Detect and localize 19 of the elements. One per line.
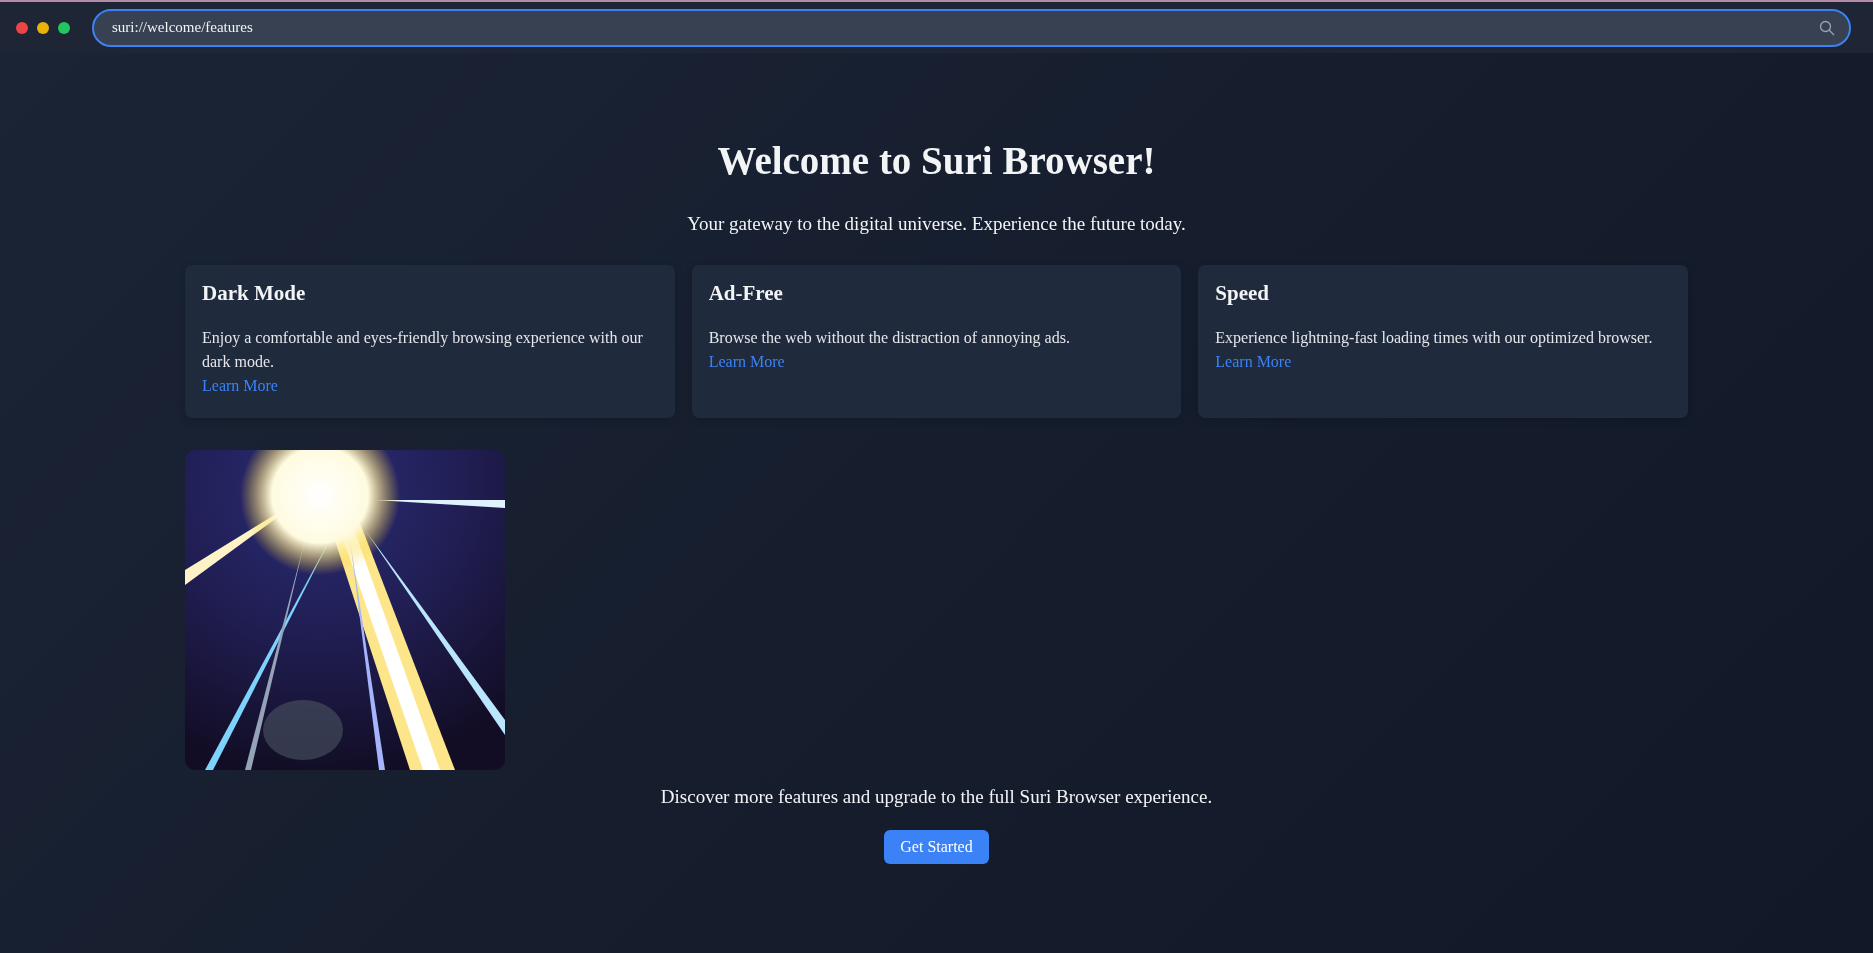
window-control-dot[interactable] (37, 21, 49, 34)
card-title: Ad-Free (708, 281, 784, 306)
window-control-dot[interactable] (16, 21, 28, 34)
card-description: Browse the web without the distraction of annoying ads. (708, 328, 1071, 349)
address-input[interactable]: suri://welcome/features (110, 18, 1819, 37)
get-started-button[interactable]: Get Started (884, 830, 989, 864)
learn-more-link[interactable]: Learn More (1215, 350, 1292, 374)
address-bar[interactable]: suri://welcome/features (92, 8, 1851, 47)
search-icon[interactable] (1819, 19, 1835, 36)
tagline: Your gateway to the digital universe. Experience the future today. (687, 213, 1186, 235)
card-description: Experience lightning-fast loading times with our optimized browser. (1215, 328, 1654, 349)
card-title: Dark Mode (202, 281, 307, 306)
window-control-dot[interactable] (58, 21, 70, 34)
learn-more-link[interactable]: Learn More (202, 374, 278, 398)
card-title: Speed (1215, 281, 1270, 306)
learn-more-link[interactable]: Learn More (708, 350, 785, 374)
footer-text: Discover more features and upgrade to the full Suri Browser experience. (660, 786, 1213, 808)
page-title: Welcome to Suri Browser! (717, 138, 1156, 183)
card-description: Enjoy a comfortable and eyes-friendly browsing experience with our dark mode. (202, 328, 644, 372)
